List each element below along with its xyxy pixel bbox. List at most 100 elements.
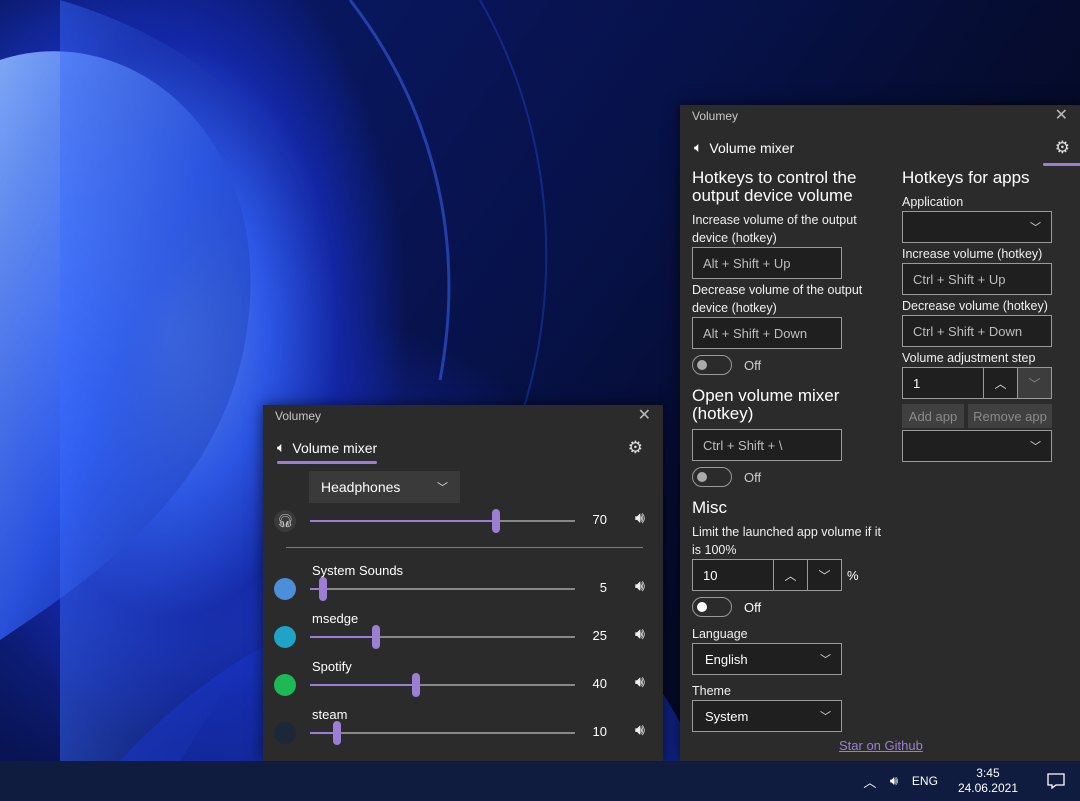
mixer-divider bbox=[286, 547, 643, 548]
tab-volume-mixer-label: Volume mixer bbox=[292, 439, 378, 456]
remove-app-button[interactable]: Remove app bbox=[968, 404, 1052, 428]
limit-volume-stepper[interactable]: 10 ︿ ﹀ bbox=[692, 559, 842, 591]
misc-heading: Misc bbox=[692, 498, 727, 517]
chevron-down-icon: ﹀ bbox=[437, 482, 448, 494]
input-language[interactable]: ENG bbox=[906, 774, 950, 788]
output-hotkeys-toggle[interactable] bbox=[692, 355, 732, 375]
app-increase-hotkey-input[interactable]: Ctrl + Shift + Up bbox=[902, 263, 1052, 295]
app-volume-value: 5 bbox=[599, 580, 607, 595]
settings-window: Volumey ✕ 🔈︎ Volume mixer ⚙︎ Hotkeys to … bbox=[680, 105, 1080, 761]
chevron-down-icon: ﹀ bbox=[1030, 222, 1041, 234]
output-device-value: Headphones bbox=[321, 479, 401, 495]
system-tray: ︿ 🔊︎ ENG 3:45 24.06.2021 bbox=[858, 761, 1080, 801]
language-dropdown[interactable]: English ﹀ bbox=[692, 643, 842, 675]
notification-icon[interactable] bbox=[1032, 761, 1080, 801]
app-volume-value: 10 bbox=[592, 724, 607, 739]
app-volume-thumb[interactable] bbox=[372, 625, 381, 649]
application-dropdown[interactable]: ﹀ bbox=[902, 211, 1052, 243]
app-volume-slider[interactable] bbox=[310, 625, 575, 649]
tab-volume-mixer-label: Volume mixer bbox=[709, 139, 795, 156]
master-volume-row: 🎧︎ 70 🔊︎ bbox=[263, 505, 663, 545]
chevron-up-icon[interactable]: ︿ bbox=[984, 367, 1018, 399]
toggle-knob bbox=[697, 472, 707, 482]
master-volume-slider[interactable] bbox=[310, 509, 575, 533]
output-hotkeys-toggle-label: Off bbox=[744, 357, 762, 373]
settings-gear-icon[interactable]: ⚙︎ bbox=[622, 434, 649, 462]
tab-volume-mixer[interactable]: 🔈︎ Volume mixer bbox=[277, 431, 378, 464]
speaker-icon[interactable]: 🔊︎ bbox=[882, 761, 906, 801]
settings-nav: 🔈︎ Volume mixer ⚙︎ bbox=[680, 133, 1080, 166]
app-mute-speaker-icon[interactable]: 🔊︎ bbox=[635, 722, 645, 740]
app-name: steam bbox=[312, 707, 348, 722]
chevron-down-icon[interactable]: ﹀ bbox=[1018, 367, 1052, 399]
output-device-dropdown[interactable]: Headphones ﹀ bbox=[309, 471, 460, 503]
app-mute-speaker-icon[interactable]: 🔊︎ bbox=[635, 578, 645, 596]
master-mute-speaker-icon[interactable]: 🔊︎ bbox=[635, 510, 645, 528]
taskbar: ︿ 🔊︎ ENG 3:45 24.06.2021 bbox=[0, 761, 1080, 801]
star-on-github-link[interactable]: Star on Github bbox=[839, 738, 923, 753]
tab-active-indicator bbox=[1042, 162, 1080, 166]
app-volume-thumb[interactable] bbox=[319, 577, 328, 601]
limit-volume-toggle-row: Off bbox=[692, 597, 761, 617]
increase-output-hotkey-input[interactable]: Alt + Shift + Up bbox=[692, 247, 842, 279]
open-mixer-toggle[interactable] bbox=[692, 467, 732, 487]
open-mixer-toggle-label: Off bbox=[744, 469, 762, 485]
app-volume-thumb[interactable] bbox=[412, 673, 420, 697]
settings-window-title: Volumey bbox=[692, 109, 739, 123]
app-name: Spotify bbox=[312, 659, 352, 674]
limit-volume-toggle-label: Off bbox=[744, 599, 762, 615]
master-volume-thumb[interactable] bbox=[491, 509, 500, 533]
app-volume-thumb[interactable] bbox=[332, 721, 341, 745]
master-volume-fill bbox=[310, 520, 496, 522]
theme-label: Theme bbox=[692, 684, 731, 698]
spotify-icon bbox=[274, 674, 296, 696]
output-hotkeys-heading: Hotkeys to control the output device vol… bbox=[692, 168, 857, 205]
app-volume-fill bbox=[310, 684, 416, 686]
app-mute-speaker-icon[interactable]: 🔊︎ bbox=[635, 674, 645, 692]
notification-bubble-svg bbox=[1047, 773, 1065, 789]
tab-volume-mixer[interactable]: 🔈︎ Volume mixer bbox=[694, 133, 794, 162]
decrease-output-label: Decrease volume of the output device (ho… bbox=[692, 283, 863, 315]
volume-mixer-window: Volumey ✕ 🔈︎ Volume mixer ⚙︎ Headphones … bbox=[263, 405, 663, 761]
clock-time: 3:45 bbox=[976, 766, 1000, 780]
app-volume-row: Spotify 40 🔊︎ bbox=[263, 659, 663, 699]
mixer-close-icon[interactable]: ✕ bbox=[638, 408, 651, 424]
app-volume-row: msedge 25 🔊︎ bbox=[263, 611, 663, 651]
chevron-down-icon: ﹀ bbox=[1030, 441, 1041, 453]
open-mixer-hotkey-input[interactable]: Ctrl + Shift + \ bbox=[692, 429, 842, 461]
step-label: Volume adjustment step bbox=[902, 351, 1036, 365]
app-list-dropdown[interactable]: ﹀ bbox=[902, 430, 1052, 462]
limit-volume-value[interactable]: 10 bbox=[692, 559, 774, 591]
system-sounds-icon bbox=[274, 578, 296, 600]
app-name: msedge bbox=[312, 611, 359, 626]
theme-dropdown[interactable]: System ﹀ bbox=[692, 700, 842, 732]
application-label: Application bbox=[902, 195, 964, 209]
app-decrease-hotkey-input[interactable]: Ctrl + Shift + Down bbox=[902, 315, 1052, 347]
steam-icon bbox=[274, 722, 296, 744]
app-volume-slider[interactable] bbox=[310, 577, 575, 601]
app-mute-speaker-icon[interactable]: 🔊︎ bbox=[635, 626, 645, 644]
settings-title-bar: Volumey ✕ bbox=[680, 105, 1080, 127]
app-volume-fill bbox=[310, 636, 377, 638]
app-volume-row: steam 10 🔊︎ bbox=[263, 707, 663, 747]
clock[interactable]: 3:45 24.06.2021 bbox=[950, 766, 1032, 796]
increase-output-label: Increase volume of the output device (ho… bbox=[692, 213, 857, 245]
limit-volume-toggle[interactable] bbox=[692, 597, 732, 617]
app-volume-slider[interactable] bbox=[310, 673, 575, 697]
step-stepper[interactable]: 1 ︿ ﹀ bbox=[902, 367, 1052, 399]
open-mixer-heading: Open volume mixer (hotkey) bbox=[692, 386, 840, 423]
chevron-up-icon[interactable]: ︿ bbox=[858, 761, 882, 801]
output-hotkeys-toggle-row: Off bbox=[692, 355, 761, 375]
settings-gear-icon[interactable]: ⚙︎ bbox=[1042, 134, 1080, 166]
app-volume-slider[interactable] bbox=[310, 721, 575, 745]
chevron-up-icon[interactable]: ︿ bbox=[774, 559, 808, 591]
decrease-output-hotkey-input[interactable]: Alt + Shift + Down bbox=[692, 317, 842, 349]
chevron-down-icon[interactable]: ﹀ bbox=[808, 559, 842, 591]
step-value[interactable]: 1 bbox=[902, 367, 984, 399]
open-mixer-toggle-row: Off bbox=[692, 467, 761, 487]
settings-close-icon[interactable]: ✕ bbox=[1055, 108, 1068, 124]
app-volume-value: 25 bbox=[592, 628, 607, 643]
clock-date: 24.06.2021 bbox=[957, 781, 1018, 795]
app-name: System Sounds bbox=[312, 563, 404, 578]
add-app-button[interactable]: Add app bbox=[902, 404, 964, 428]
